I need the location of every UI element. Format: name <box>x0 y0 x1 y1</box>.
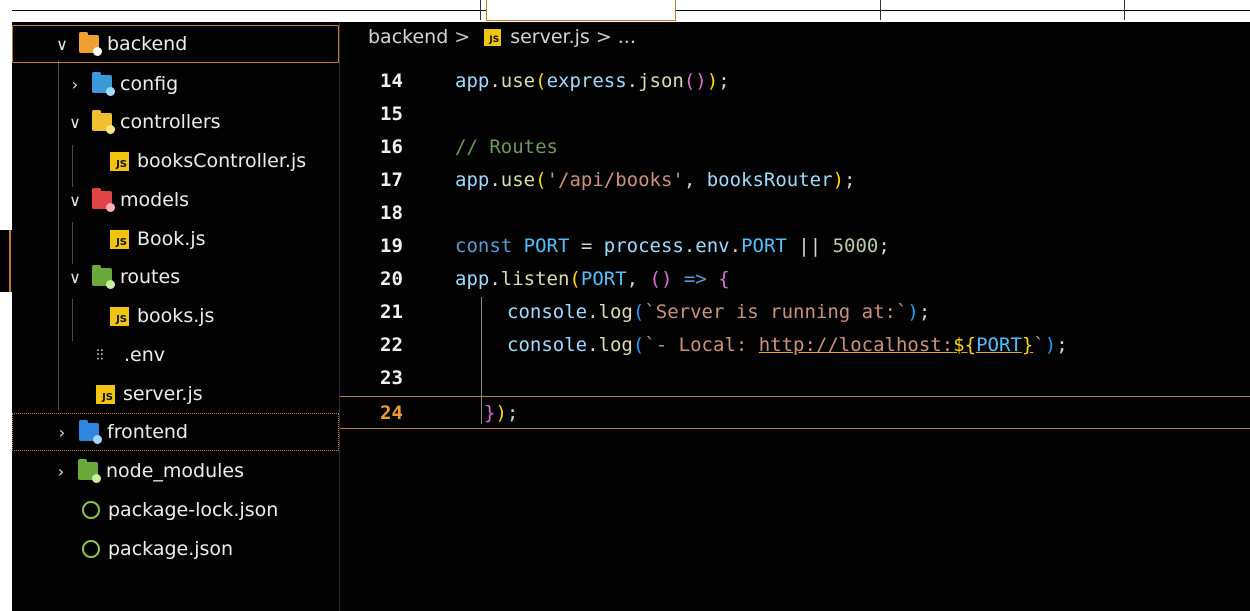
breadcrumb-more[interactable]: ... <box>618 26 636 48</box>
folder-config-icon <box>92 72 115 96</box>
js-file-icon: JS <box>110 306 129 326</box>
chevron-right-icon[interactable]: › <box>52 462 70 481</box>
line-number: 22 <box>380 333 403 356</box>
tab-partial-3[interactable] <box>886 0 1125 20</box>
chevron-down-icon[interactable]: ∨ <box>53 35 71 54</box>
line-number: 19 <box>380 234 403 257</box>
tree-item-label: backend <box>107 33 188 55</box>
code-line-14[interactable]: 14 app.use(express.json()); <box>340 64 1250 97</box>
js-file-icon: JS <box>110 151 129 171</box>
code-line-21[interactable]: 21 console.log(`Server is running at:`); <box>340 295 1250 328</box>
line-number: 16 <box>380 135 403 158</box>
tree-item-env[interactable]: ⫶⫶ .env <box>12 336 339 374</box>
tree-item-package-json[interactable]: package.json <box>12 530 339 568</box>
url-link[interactable]: http://localhost: <box>759 334 953 356</box>
tree-item-book-js[interactable]: JS Book.js <box>12 220 339 258</box>
tree-item-label: config <box>120 73 179 95</box>
tree-item-label: frontend <box>107 421 188 443</box>
code-text: console.log(`- Local: http://localhost:$… <box>507 333 1068 356</box>
code-text: app.listen(PORT, () => { <box>455 267 730 290</box>
line-number-active: 24 <box>380 401 403 424</box>
breadcrumb: backend > JS server.js > ... <box>340 22 636 52</box>
code-line-22[interactable]: 22 console.log(`- Local: http://localhos… <box>340 328 1250 361</box>
tree-item-label: package-lock.json <box>108 499 279 521</box>
npm-json-icon <box>82 540 100 558</box>
tree-item-label: Book.js <box>137 228 206 250</box>
breadcrumb-folder[interactable]: backend <box>368 26 448 48</box>
breadcrumb-separator: > <box>595 26 612 48</box>
line-number: 23 <box>380 366 403 389</box>
tree-item-label: .env <box>124 344 166 366</box>
breadcrumb-separator: > <box>454 26 471 48</box>
env-file-icon: ⫶⫶ <box>96 346 104 364</box>
tree-item-label: package.json <box>108 538 234 560</box>
npm-json-icon <box>82 501 100 519</box>
tab-active[interactable] <box>486 0 676 21</box>
tree-item-label: models <box>120 189 190 211</box>
tree-item-routes[interactable]: ∨ routes <box>12 258 339 296</box>
tree-item-label: node_modules <box>106 460 245 482</box>
code-line-19[interactable]: 19 const PORT = process.env.PORT || 5000… <box>340 229 1250 262</box>
tree-item-server-js[interactable]: JS server.js <box>12 375 339 413</box>
code-line-17[interactable]: 17 app.use('/api/books', booksRouter); <box>340 163 1250 196</box>
js-file-icon: JS <box>96 384 115 404</box>
chevron-right-icon[interactable]: › <box>66 75 84 94</box>
chevron-down-icon[interactable]: ∨ <box>66 268 84 287</box>
chevron-down-icon[interactable]: ∨ <box>66 113 84 132</box>
code-line-23[interactable]: 23 <box>340 361 1250 394</box>
code-text: app.use(express.json()); <box>455 69 730 92</box>
activity-bar-indicator <box>0 230 12 292</box>
tree-item-frontend[interactable]: › frontend <box>12 413 339 451</box>
tree-item-backend[interactable]: ∨ backend <box>12 25 339 63</box>
folder-backend-icon <box>79 32 102 56</box>
code-line-16[interactable]: 16 // Routes <box>340 130 1250 163</box>
explorer-sidebar: ∨ backend › config ∨ controllers JS book… <box>12 22 340 611</box>
line-number: 18 <box>380 201 403 224</box>
line-number: 20 <box>380 267 403 290</box>
line-number: 21 <box>380 300 403 323</box>
tree-item-models[interactable]: ∨ models <box>12 181 339 219</box>
tree-item-books-js[interactable]: JS books.js <box>12 297 339 335</box>
tree-item-config[interactable]: › config <box>12 65 339 103</box>
chevron-down-icon[interactable]: ∨ <box>66 191 84 210</box>
activity-bar-edge <box>0 22 12 611</box>
line-number: 15 <box>380 102 403 125</box>
code-text: }); <box>481 401 518 424</box>
vscode-window: ∨ backend › config ∨ controllers JS book… <box>0 0 1250 611</box>
tree-item-label: server.js <box>123 383 203 405</box>
tree-item-node-modules[interactable]: › node_modules <box>12 452 339 490</box>
code-comment: // Routes <box>455 135 558 158</box>
folder-models-icon <box>92 188 115 212</box>
code-text: const PORT = process.env.PORT || 5000; <box>455 234 890 257</box>
code-line-15[interactable]: 15 <box>340 97 1250 130</box>
folder-routes-icon <box>92 265 115 289</box>
js-file-icon: JS <box>110 229 129 249</box>
tab-partial-2[interactable] <box>680 0 881 20</box>
tree-item-controllers[interactable]: ∨ controllers <box>12 103 339 141</box>
folder-node-modules-icon <box>78 459 101 483</box>
folder-frontend-icon <box>79 420 102 444</box>
tree-item-label: booksController.js <box>137 150 307 172</box>
tree-item-label: books.js <box>137 305 215 327</box>
tree-item-package-lock[interactable]: package-lock.json <box>12 491 339 529</box>
tab-bar <box>0 0 1250 22</box>
line-number: 14 <box>380 69 403 92</box>
js-file-icon: JS <box>484 28 502 46</box>
code-text: console.log(`Server is running at:`); <box>507 300 931 323</box>
code-line-18[interactable]: 18 <box>340 196 1250 229</box>
tree-item-label: routes <box>120 266 181 288</box>
line-number: 17 <box>380 168 403 191</box>
chevron-right-icon[interactable]: › <box>53 423 71 442</box>
code-text: app.use('/api/books', booksRouter); <box>455 168 856 191</box>
code-line-20[interactable]: 20 app.listen(PORT, () => { <box>340 262 1250 295</box>
tab-partial-1[interactable] <box>340 0 481 20</box>
code-editor[interactable]: backend > JS server.js > ... 14 app.use(… <box>340 22 1250 611</box>
folder-controllers-icon <box>92 110 115 134</box>
tree-item-label: controllers <box>120 111 221 133</box>
tree-item-bookscontroller[interactable]: JS booksController.js <box>12 142 339 180</box>
code-line-24-current[interactable]: 24 }); <box>340 396 1250 429</box>
breadcrumb-file[interactable]: server.js <box>510 26 590 48</box>
